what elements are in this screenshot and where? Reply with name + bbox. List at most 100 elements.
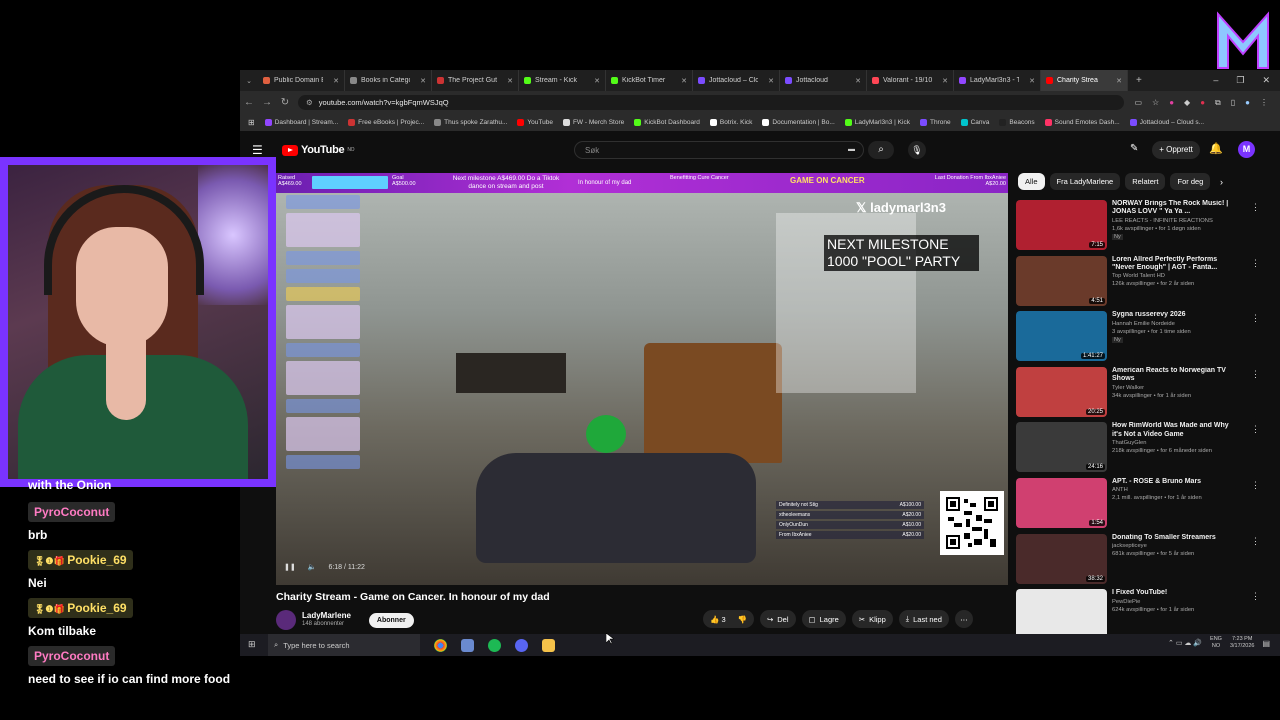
video-title[interactable]: APT. - ROSÉ & Bruno Mars <box>1112 478 1230 486</box>
browser-tab[interactable]: Stream - Kick ✕ <box>519 70 606 91</box>
recommended-video[interactable]: 4:51 Loren Allred Perfectly Performs "Nev… <box>1016 255 1268 312</box>
video-thumbnail[interactable]: 38:32 <box>1016 533 1107 584</box>
browser-tab[interactable]: Jottacloud ✕ <box>780 70 867 91</box>
filter-chip[interactable]: Alle <box>1018 173 1045 190</box>
more-options-icon[interactable]: ⋮ <box>1251 424 1260 435</box>
search-input[interactable]: Søk ▬ <box>574 141 864 159</box>
filter-chip[interactable]: Fra LadyMarlene <box>1049 173 1121 190</box>
video-thumbnail[interactable] <box>1016 589 1107 640</box>
browser-tab[interactable]: Public Domain Bo ✕ <box>258 70 345 91</box>
bookmark[interactable]: FW - Merch Store <box>562 119 624 126</box>
subscribe-button[interactable]: Abonner <box>368 612 414 628</box>
share-button[interactable]: ↪ Del <box>759 610 796 628</box>
recommended-video[interactable]: 1:41:27 Sygna russerevy 2026 Hannah Emilie… <box>1016 311 1268 367</box>
more-options-icon[interactable]: ⋮ <box>1251 369 1260 380</box>
video-title[interactable]: Sygna russerevy 2026 <box>1112 311 1230 319</box>
video-channel[interactable]: LEE REACTS - INFINITE REACTIONS <box>1112 217 1230 225</box>
browser-tab[interactable]: The Project Guten ✕ <box>432 70 519 91</box>
bookmark[interactable]: KickBot Dashboard <box>634 119 700 126</box>
file-explorer-icon[interactable] <box>542 638 555 652</box>
close-window-icon[interactable]: ✕ <box>1262 75 1270 86</box>
channel-name[interactable]: LadyMarlene <box>302 611 351 620</box>
tab-close-icon[interactable]: ✕ <box>333 77 339 85</box>
video-thumbnail[interactable]: 4:51 <box>1016 255 1107 306</box>
language-indicator[interactable]: ENG NO <box>1210 636 1222 650</box>
video-thumbnail[interactable]: 20:25 <box>1016 366 1107 417</box>
browser-tab[interactable]: Charity Strea ✕ <box>1041 70 1128 91</box>
browser-tab[interactable]: Valorant - 19/10... ✕ <box>867 70 954 91</box>
back-icon[interactable]: ← <box>240 97 258 108</box>
tab-close-icon[interactable]: ✕ <box>681 77 687 85</box>
extension-icon[interactable]: ◆ <box>1184 98 1190 108</box>
extension-icon[interactable]: ● <box>1169 98 1174 108</box>
create-icon[interactable]: ✎ <box>1130 143 1138 154</box>
puzzle-icon[interactable]: ⧉ <box>1215 98 1221 108</box>
tab-close-icon[interactable]: ✕ <box>855 77 861 85</box>
bookmark[interactable]: LadyMarl3n3 | Kick <box>844 119 910 126</box>
video-thumbnail[interactable]: 1:54 <box>1016 477 1107 528</box>
bookmark[interactable]: Botrix. Kick <box>709 119 752 126</box>
bookmark[interactable]: Jottacloud – Cloud s... <box>1129 119 1204 126</box>
notification-center-icon[interactable]: ▤ <box>1262 639 1270 647</box>
new-tab-button[interactable]: + <box>1136 75 1142 86</box>
chips-next-icon[interactable]: › <box>1220 177 1223 187</box>
browser-tab[interactable]: LadyMarl3n3 - Tw ✕ <box>954 70 1041 91</box>
window-controls[interactable]: – ❐ ✕ <box>1213 75 1280 86</box>
youtube-logo[interactable]: YouTube NO <box>282 144 355 156</box>
account-avatar[interactable]: M <box>1238 141 1255 158</box>
bookmark[interactable]: YouTube <box>517 119 553 126</box>
like-button[interactable]: 👍 3 <box>710 615 726 624</box>
channel-avatar[interactable] <box>276 610 296 630</box>
create-button[interactable]: + Opprett <box>1152 141 1200 159</box>
app-icon[interactable] <box>461 638 474 652</box>
more-options-icon[interactable]: ⋮ <box>1251 258 1260 269</box>
recommended-video[interactable]: 38:32 Donating To Smaller Streamers jackse… <box>1016 533 1268 590</box>
bookmark[interactable]: Dashboard | Stream... <box>264 119 338 126</box>
tray-icons[interactable]: ⌃ ▭ ☁ 🔊 <box>1168 640 1202 647</box>
apps-icon[interactable]: ⊞ <box>248 118 255 127</box>
video-title[interactable]: American Reacts to Norwegian TV Shows <box>1112 367 1230 384</box>
download-button[interactable]: ⤓ Last ned <box>898 610 949 628</box>
more-options-icon[interactable]: ⋮ <box>1251 536 1260 547</box>
menu-icon[interactable]: ⋮ <box>1260 98 1268 108</box>
sidebar-icon[interactable]: ▯ <box>1231 98 1235 108</box>
bookmark[interactable]: Free eBooks | Projec... <box>348 119 424 126</box>
pause-icon[interactable]: ❚❚ <box>284 563 296 571</box>
video-thumbnail[interactable]: 24:16 <box>1016 422 1107 473</box>
video-title[interactable]: I Fixed YouTube! <box>1112 589 1230 597</box>
keyboard-icon[interactable]: ▬ <box>848 146 855 153</box>
filter-chip[interactable]: Relatert <box>1125 173 1166 190</box>
discord-icon[interactable] <box>515 638 528 652</box>
dislike-button[interactable]: 👎 <box>738 615 747 624</box>
more-options-icon[interactable]: ⋮ <box>1251 202 1260 213</box>
tab-close-icon[interactable]: ✕ <box>1029 77 1035 85</box>
maximize-icon[interactable]: ❐ <box>1236 75 1244 86</box>
video-channel[interactable]: Hannah Emilie Nordeide <box>1112 320 1230 328</box>
more-options-icon[interactable]: ⋮ <box>1251 591 1260 602</box>
more-options-icon[interactable]: ⋮ <box>1251 480 1260 491</box>
extension-icon[interactable]: ● <box>1200 98 1205 108</box>
tab-close-icon[interactable]: ✕ <box>942 77 948 85</box>
recommended-video[interactable]: 20:25 American Reacts to Norwegian TV Sho… <box>1016 366 1268 423</box>
clock[interactable]: 7:23 PM 3/17/2026 <box>1230 636 1254 650</box>
browser-tab[interactable]: Jottacloud – Clou ✕ <box>693 70 780 91</box>
bookmark[interactable]: Beacons <box>999 119 1035 126</box>
recommended-video[interactable]: 7:15 NORWAY Brings The Rock Music! | JONA… <box>1016 200 1268 256</box>
bookmark[interactable]: Canva <box>960 119 989 126</box>
video-channel[interactable]: ANTH <box>1112 486 1230 494</box>
hamburger-icon[interactable]: ☰ <box>252 143 263 157</box>
tab-close-icon[interactable]: ✕ <box>420 77 426 85</box>
search-button[interactable]: ⌕ <box>868 141 894 159</box>
site-info-icon[interactable]: ⚙ <box>306 98 313 107</box>
voice-search-button[interactable]: 🎙 <box>908 141 926 159</box>
more-options-icon[interactable]: ⋮ <box>1251 313 1260 324</box>
tab-close-icon[interactable]: ✕ <box>507 77 513 85</box>
extensions-icons[interactable]: ▭ ☆ ● ◆ ● ⧉ ▯ ● ⋮ <box>1134 98 1280 108</box>
bookmark[interactable]: Documentation | Bo... <box>762 119 835 126</box>
more-actions-button[interactable]: ⋯ <box>954 610 973 628</box>
spotify-icon[interactable] <box>488 638 501 652</box>
recommended-video[interactable]: 1:54 APT. - ROSÉ & Bruno Mars ANTH 2,1 mill… <box>1016 477 1268 534</box>
browser-tab[interactable]: Books in Catego ✕ <box>345 70 432 91</box>
forward-icon[interactable]: → <box>258 97 276 108</box>
address-bar[interactable]: ⚙ youtube.com/watch?v=kgbFqmWSJqQ <box>298 95 1125 110</box>
